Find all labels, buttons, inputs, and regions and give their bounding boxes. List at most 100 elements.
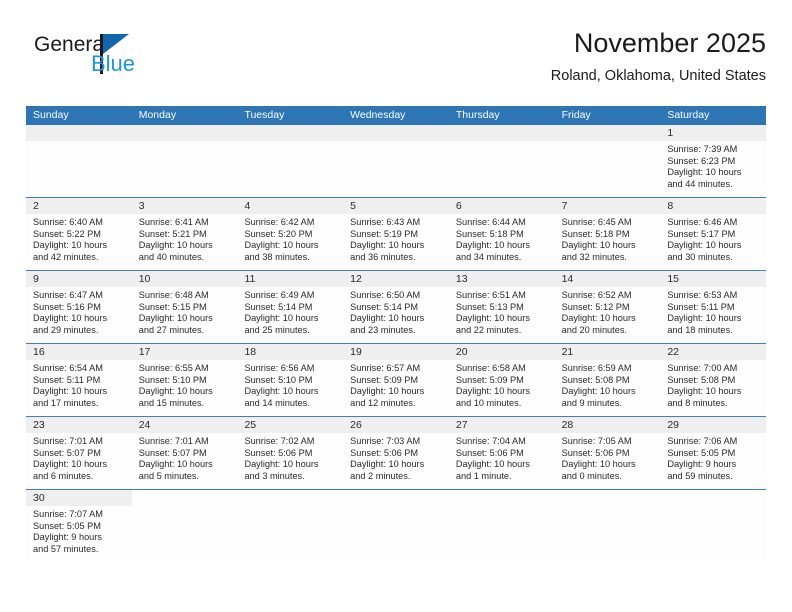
day-number bbox=[554, 125, 661, 141]
day-daylight2-text: and 40 minutes. bbox=[138, 251, 205, 262]
calendar-empty-cell bbox=[343, 125, 449, 197]
calendar-day-cell[interactable]: 10 Sunrise: 6:48 AM Sunset: 5:15 PM Dayligh… bbox=[131, 271, 238, 343]
day-sunset-text: Sunset: 5:14 PM bbox=[244, 301, 313, 312]
calendar-day-cell[interactable]: 12 Sunrise: 6:50 AM Sunset: 5:14 PM Dayligh… bbox=[343, 271, 449, 343]
calendar-day-cell[interactable]: 8 Sunrise: 6:46 AM Sunset: 5:17 PM Daylight… bbox=[660, 198, 767, 270]
day-sun-info: Sunrise: 6:42 AM Sunset: 5:20 PM Daylight:… bbox=[237, 214, 343, 263]
day-daylight1-text: Daylight: 10 hours bbox=[350, 313, 425, 324]
calendar-empty-cell bbox=[554, 490, 661, 562]
day-daylight1-text: Daylight: 10 hours bbox=[667, 240, 742, 251]
day-number: 25 bbox=[237, 417, 344, 433]
calendar-day-cell[interactable]: 20 Sunrise: 6:58 AM Sunset: 5:09 PM Dayligh… bbox=[448, 344, 555, 416]
day-daylight1-text: Daylight: 10 hours bbox=[33, 386, 108, 397]
calendar-empty-cell bbox=[343, 490, 449, 562]
calendar-day-cell[interactable]: 25 Sunrise: 7:02 AM Sunset: 5:06 PM Dayligh… bbox=[237, 417, 344, 489]
weekday-header-tuesday: Tuesday bbox=[244, 109, 285, 121]
logo-text-blue: Blue bbox=[91, 51, 136, 76]
day-daylight2-text: and 36 minutes. bbox=[350, 251, 416, 262]
day-daylight1-text: Daylight: 10 hours bbox=[561, 240, 636, 251]
day-sunset-text: Sunset: 5:06 PM bbox=[244, 447, 313, 458]
day-sunrise-text: Sunrise: 6:49 AM bbox=[244, 290, 315, 300]
day-sunset-text: Sunset: 5:14 PM bbox=[350, 301, 419, 312]
day-sun-info: Sunrise: 7:03 AM Sunset: 5:06 PM Daylight:… bbox=[343, 433, 449, 482]
day-sunrise-text: Sunrise: 6:53 AM bbox=[667, 290, 738, 300]
day-daylight2-text: and 57 minutes. bbox=[33, 543, 99, 554]
calendar-body: 1 Sunrise: 7:39 AM Sunset: 6:23 PM Daylight… bbox=[26, 125, 767, 562]
day-daylight2-text: and 5 minutes. bbox=[138, 470, 199, 481]
day-sunrise-text: Sunrise: 6:54 AM bbox=[33, 363, 103, 373]
calendar-day-cell[interactable]: 11 Sunrise: 6:49 AM Sunset: 5:14 PM Dayligh… bbox=[237, 271, 344, 343]
calendar-day-cell[interactable]: 24 Sunrise: 7:01 AM Sunset: 5:07 PM Dayligh… bbox=[131, 417, 238, 489]
calendar-empty-cell bbox=[448, 125, 555, 197]
day-daylight2-text: and 6 minutes. bbox=[33, 470, 94, 481]
calendar-day-cell[interactable]: 23 Sunrise: 7:01 AM Sunset: 5:07 PM Dayligh… bbox=[26, 417, 132, 489]
calendar-day-cell[interactable]: 14 Sunrise: 6:52 AM Sunset: 5:12 PM Dayligh… bbox=[554, 271, 661, 343]
calendar-day-cell[interactable]: 26 Sunrise: 7:03 AM Sunset: 5:06 PM Dayligh… bbox=[343, 417, 449, 489]
day-number bbox=[237, 125, 344, 141]
day-daylight2-text: and 12 minutes. bbox=[350, 397, 416, 408]
day-number bbox=[131, 125, 238, 141]
day-sun-info: Sunrise: 6:47 AM Sunset: 5:16 PM Daylight:… bbox=[26, 287, 132, 336]
day-sunrise-text: Sunrise: 7:06 AM bbox=[667, 436, 738, 446]
day-sunset-text: Sunset: 6:23 PM bbox=[667, 155, 736, 166]
day-daylight1-text: Daylight: 10 hours bbox=[244, 240, 319, 251]
day-number: 9 bbox=[26, 271, 132, 287]
day-sunset-text: Sunset: 5:08 PM bbox=[667, 374, 736, 385]
day-number: 22 bbox=[660, 344, 767, 360]
calendar-day-cell[interactable]: 16 Sunrise: 6:54 AM Sunset: 5:11 PM Dayligh… bbox=[26, 344, 132, 416]
calendar-day-cell[interactable]: 5 Sunrise: 6:43 AM Sunset: 5:19 PM Daylight… bbox=[343, 198, 449, 270]
calendar-day-cell[interactable]: 27 Sunrise: 7:04 AM Sunset: 5:06 PM Dayligh… bbox=[448, 417, 555, 489]
day-daylight1-text: Daylight: 10 hours bbox=[138, 313, 213, 324]
day-sunset-text: Sunset: 5:05 PM bbox=[667, 447, 736, 458]
calendar-day-cell[interactable]: 22 Sunrise: 7:00 AM Sunset: 5:08 PM Dayligh… bbox=[660, 344, 767, 416]
day-sun-info: Sunrise: 6:49 AM Sunset: 5:14 PM Daylight:… bbox=[237, 287, 343, 336]
day-sunset-text: Sunset: 5:16 PM bbox=[33, 301, 101, 312]
day-number: 15 bbox=[660, 271, 767, 287]
calendar-empty-cell bbox=[131, 125, 238, 197]
day-sunset-text: Sunset: 5:09 PM bbox=[455, 374, 524, 385]
calendar-day-cell[interactable]: 2 Sunrise: 6:40 AM Sunset: 5:22 PM Daylight… bbox=[26, 198, 132, 270]
calendar-day-cell[interactable]: 6 Sunrise: 6:44 AM Sunset: 5:18 PM Daylight… bbox=[448, 198, 555, 270]
calendar-day-cell[interactable]: 21 Sunrise: 6:59 AM Sunset: 5:08 PM Dayligh… bbox=[554, 344, 661, 416]
day-sunrise-text: Sunrise: 7:05 AM bbox=[561, 436, 632, 446]
calendar-week-row: 16 Sunrise: 6:54 AM Sunset: 5:11 PM Dayligh… bbox=[26, 343, 767, 416]
day-sun-info: Sunrise: 7:01 AM Sunset: 5:07 PM Daylight:… bbox=[132, 433, 238, 482]
weekday-header-thursday: Thursday bbox=[455, 109, 500, 121]
day-daylight1-text: Daylight: 10 hours bbox=[667, 313, 742, 324]
calendar-day-cell[interactable]: 1 Sunrise: 7:39 AM Sunset: 6:23 PM Daylight… bbox=[660, 125, 767, 197]
day-sunset-text: Sunset: 5:18 PM bbox=[561, 228, 630, 239]
day-number: 11 bbox=[237, 271, 344, 287]
calendar-day-cell[interactable]: 28 Sunrise: 7:05 AM Sunset: 5:06 PM Dayligh… bbox=[554, 417, 661, 489]
day-daylight2-text: and 38 minutes. bbox=[244, 251, 310, 262]
day-sun-info: Sunrise: 6:53 AM Sunset: 5:11 PM Daylight:… bbox=[660, 287, 766, 336]
calendar-day-cell[interactable]: 9 Sunrise: 6:47 AM Sunset: 5:16 PM Daylight… bbox=[26, 271, 132, 343]
day-sunrise-text: Sunrise: 6:51 AM bbox=[455, 290, 526, 300]
day-sunrise-text: Sunrise: 6:59 AM bbox=[561, 363, 632, 373]
day-daylight2-text: and 44 minutes. bbox=[667, 178, 733, 189]
day-number: 14 bbox=[554, 271, 661, 287]
day-sunrise-text: Sunrise: 6:40 AM bbox=[33, 217, 103, 227]
day-sunset-text: Sunset: 5:21 PM bbox=[138, 228, 207, 239]
day-daylight2-text: and 2 minutes. bbox=[350, 470, 411, 481]
day-sunset-text: Sunset: 5:20 PM bbox=[244, 228, 313, 239]
day-number: 3 bbox=[131, 198, 238, 214]
day-daylight2-text: and 22 minutes. bbox=[455, 324, 522, 335]
calendar-day-cell[interactable]: 17 Sunrise: 6:55 AM Sunset: 5:10 PM Dayligh… bbox=[131, 344, 238, 416]
calendar-day-cell[interactable]: 30 Sunrise: 7:07 AM Sunset: 5:05 PM Dayligh… bbox=[26, 490, 132, 562]
day-sunrise-text: Sunrise: 7:39 AM bbox=[667, 144, 738, 154]
calendar-day-cell[interactable]: 15 Sunrise: 6:53 AM Sunset: 5:11 PM Dayligh… bbox=[660, 271, 767, 343]
calendar-grid: Sunday Monday Tuesday Wednesday Thursday Frid… bbox=[26, 106, 767, 562]
calendar-day-cell[interactable]: 13 Sunrise: 6:51 AM Sunset: 5:13 PM Dayligh… bbox=[448, 271, 555, 343]
general-blue-logo: General Blue bbox=[34, 34, 234, 90]
day-daylight2-text: and 29 minutes. bbox=[33, 324, 99, 335]
calendar-day-cell[interactable]: 4 Sunrise: 6:42 AM Sunset: 5:20 PM Daylight… bbox=[237, 198, 344, 270]
calendar-empty-cell bbox=[237, 125, 344, 197]
calendar-day-cell[interactable]: 7 Sunrise: 6:45 AM Sunset: 5:18 PM Daylight… bbox=[554, 198, 661, 270]
calendar-day-cell[interactable]: 29 Sunrise: 7:06 AM Sunset: 5:05 PM Dayligh… bbox=[660, 417, 767, 489]
day-daylight2-text: and 14 minutes. bbox=[244, 397, 310, 408]
day-sun-info: Sunrise: 6:59 AM Sunset: 5:08 PM Daylight:… bbox=[555, 360, 661, 409]
calendar-day-cell[interactable]: 19 Sunrise: 6:57 AM Sunset: 5:09 PM Dayligh… bbox=[343, 344, 449, 416]
calendar-day-cell[interactable]: 18 Sunrise: 6:56 AM Sunset: 5:10 PM Dayligh… bbox=[237, 344, 344, 416]
calendar-day-cell[interactable]: 3 Sunrise: 6:41 AM Sunset: 5:21 PM Daylight… bbox=[131, 198, 238, 270]
page-header: General Blue November 2025 Roland, Oklah… bbox=[26, 26, 766, 98]
